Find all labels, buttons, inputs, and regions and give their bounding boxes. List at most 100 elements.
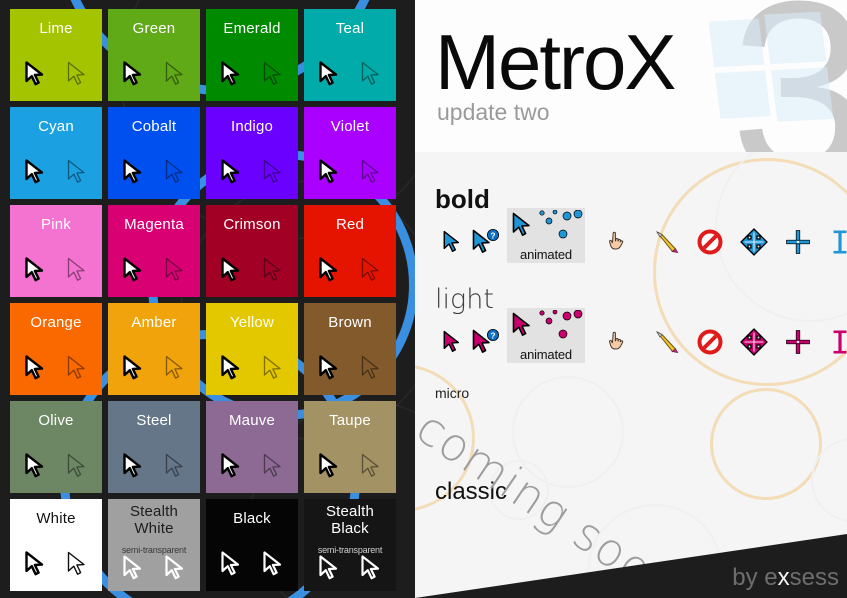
precision-select-crosshair-icon[interactable] <box>781 220 815 264</box>
color-tile-label: Brown <box>328 314 372 331</box>
svg-text:?: ? <box>490 231 495 241</box>
arrow-cursor-outline-icon <box>66 453 88 479</box>
color-tile-teal[interactable]: Teal <box>304 9 396 101</box>
arrow-cursor-icon[interactable] <box>435 320 469 364</box>
color-tile-pink[interactable]: Pink <box>10 205 102 297</box>
tile-cursor-preview <box>10 257 102 283</box>
arrow-cursor-outline-icon <box>262 355 284 381</box>
arrow-cursor-icon <box>220 355 242 381</box>
color-tile-olive[interactable]: Olive <box>10 401 102 493</box>
color-tile-white[interactable]: White <box>10 499 102 591</box>
color-tile-black[interactable]: Black <box>206 499 298 591</box>
arrow-cursor-icon[interactable] <box>435 220 469 264</box>
arrow-cursor-icon <box>122 555 144 581</box>
color-tile-label: Orange <box>30 314 82 331</box>
tile-cursor-preview <box>108 61 200 87</box>
color-tile-red[interactable]: Red <box>304 205 396 297</box>
color-tile-indigo[interactable]: Indigo <box>206 107 298 199</box>
move-cursor-icon[interactable] <box>737 220 771 264</box>
color-tile-stealth-black[interactable]: Stealth Black semi-transparent <box>304 499 396 591</box>
color-tile-label: Violet <box>330 118 370 135</box>
color-tile-green[interactable]: Green <box>108 9 200 101</box>
branding-header: 3 MetroX update two <box>415 0 847 152</box>
color-tile-orange[interactable]: Orange <box>10 303 102 395</box>
arrow-cursor-outline-icon <box>66 159 88 185</box>
arrow-cursor-icon <box>24 551 46 577</box>
arrow-cursor-icon <box>220 159 242 185</box>
help-select-cursor-icon[interactable]: ? <box>469 220 503 264</box>
color-tile-cobalt[interactable]: Cobalt <box>108 107 200 199</box>
page-title: MetroX <box>435 22 676 102</box>
color-tile-label: Cyan <box>38 118 74 135</box>
arrow-cursor-icon <box>24 355 46 381</box>
arrow-cursor-icon <box>24 453 46 479</box>
arrow-cursor-icon <box>122 355 144 381</box>
link-select-hand-cursor-icon[interactable] <box>601 220 635 264</box>
color-tile-brown[interactable]: Brown <box>304 303 396 395</box>
arrow-cursor-outline-icon <box>262 551 284 577</box>
color-tile-crimson[interactable]: Crimson <box>206 205 298 297</box>
color-tile-violet[interactable]: Violet <box>304 107 396 199</box>
arrow-cursor-outline-icon <box>164 257 186 283</box>
color-tile-label: Olive <box>38 412 74 429</box>
tile-cursor-preview <box>304 159 396 185</box>
color-tile-sublabel: semi-transparent <box>121 545 187 555</box>
color-tile-mauve[interactable]: Mauve <box>206 401 298 493</box>
color-tile-label: Taupe <box>329 412 371 429</box>
working-in-background-cursor-icon[interactable]: animated <box>507 308 585 363</box>
tile-cursor-preview <box>108 355 200 381</box>
app-window: Lime Green Emerald Teal Cyan Cobalt Indigo Viol… <box>0 0 847 598</box>
unavailable-cursor-icon[interactable] <box>693 220 727 264</box>
arrow-cursor-outline-icon <box>66 355 88 381</box>
color-tile-sublabel: semi-transparent <box>317 545 383 555</box>
arrow-cursor-outline-icon <box>262 257 284 283</box>
text-select-ibeam-icon[interactable] <box>823 320 847 364</box>
arrow-cursor-icon <box>122 159 144 185</box>
color-tile-cyan[interactable]: Cyan <box>10 107 102 199</box>
loading-dots-icon <box>537 209 583 246</box>
tile-cursor-preview <box>108 159 200 185</box>
tile-cursor-preview <box>108 453 200 479</box>
color-tile-magenta[interactable]: Magenta <box>108 205 200 297</box>
arrow-cursor-outline-icon <box>360 159 382 185</box>
tile-cursor-preview <box>206 61 298 87</box>
arrow-cursor-icon <box>318 257 340 283</box>
tile-cursor-preview <box>108 555 200 581</box>
handwriting-pencil-cursor-icon[interactable] <box>649 220 683 264</box>
tile-cursor-preview <box>206 257 298 283</box>
tile-cursor-preview <box>304 453 396 479</box>
tile-cursor-preview <box>304 555 396 581</box>
unavailable-cursor-icon[interactable] <box>693 320 727 364</box>
move-cursor-icon[interactable] <box>737 320 771 364</box>
color-tile-label: Yellow <box>229 314 274 331</box>
text-select-ibeam-icon[interactable] <box>823 220 847 264</box>
tile-cursor-preview <box>304 355 396 381</box>
color-tile-label: Red <box>335 216 365 233</box>
working-in-background-cursor-icon[interactable]: animated <box>507 208 585 263</box>
windows-logo-icon <box>708 11 840 124</box>
color-tile-stealth-white[interactable]: Stealth White semi-transparent <box>108 499 200 591</box>
color-tile-label: Amber <box>131 314 177 331</box>
precision-select-crosshair-icon[interactable] <box>781 320 815 364</box>
arrow-cursor-icon <box>24 159 46 185</box>
arrow-cursor-icon <box>24 257 46 283</box>
animated-label: animated <box>520 247 572 262</box>
arrow-cursor-outline-icon <box>164 61 186 87</box>
color-tile-emerald[interactable]: Emerald <box>206 9 298 101</box>
arrow-cursor-icon <box>318 453 340 479</box>
tile-cursor-preview <box>10 159 102 185</box>
help-select-cursor-icon[interactable]: ? <box>469 320 503 364</box>
color-tile-steel[interactable]: Steel <box>108 401 200 493</box>
color-tile-taupe[interactable]: Taupe <box>304 401 396 493</box>
tile-cursor-preview <box>206 551 298 577</box>
handwriting-pencil-cursor-icon[interactable] <box>649 320 683 364</box>
color-tile-amber[interactable]: Amber <box>108 303 200 395</box>
arrow-cursor-outline-icon <box>164 555 186 581</box>
color-tile-label: Stealth White <box>129 503 179 537</box>
color-tile-yellow[interactable]: Yellow <box>206 303 298 395</box>
tile-cursor-preview <box>206 159 298 185</box>
link-select-hand-cursor-icon[interactable] <box>601 320 635 364</box>
color-tile-label: Crimson <box>223 216 281 233</box>
arrow-cursor-outline-icon <box>262 61 284 87</box>
color-tile-lime[interactable]: Lime <box>10 9 102 101</box>
